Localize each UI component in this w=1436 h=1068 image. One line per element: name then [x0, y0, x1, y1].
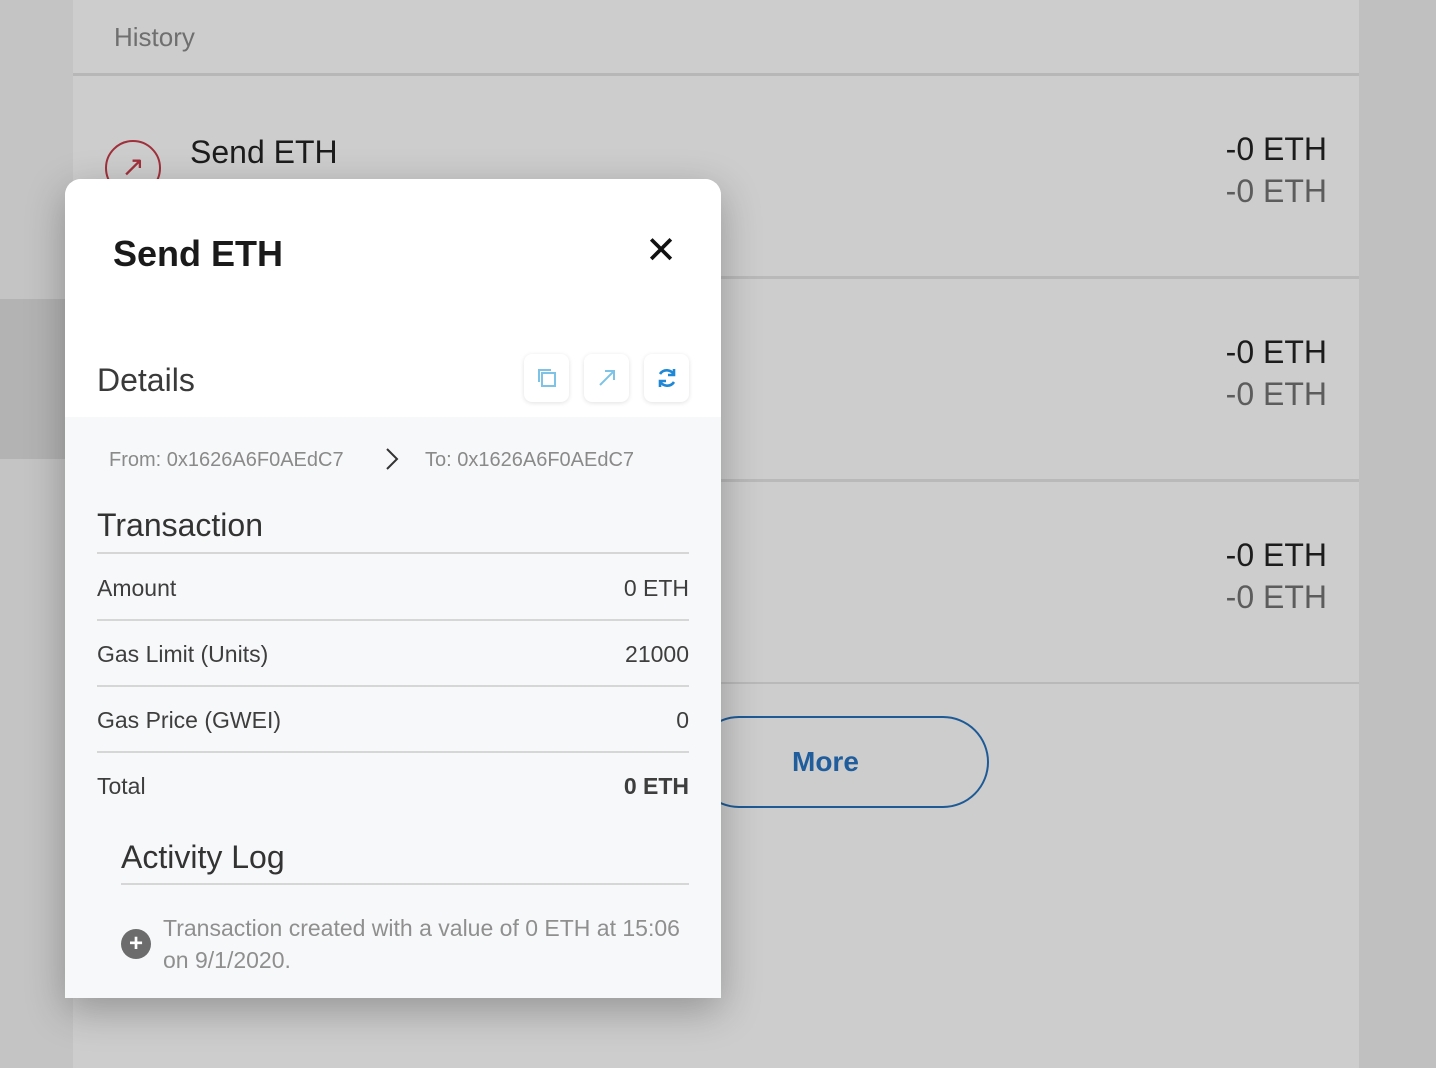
gas-limit-label: Gas Limit (Units) — [97, 641, 269, 667]
divider — [97, 685, 689, 687]
copy-icon — [537, 369, 556, 387]
right-gutter — [1359, 0, 1436, 1068]
close-icon[interactable]: ✕ — [643, 231, 679, 271]
divider — [97, 751, 689, 753]
refresh-button[interactable] — [644, 354, 689, 402]
history-row-name: Send ETH — [190, 134, 338, 170]
to-address[interactable]: To: 0x1626A6F0AEdC7 — [425, 449, 673, 472]
refresh-icon — [658, 369, 675, 387]
history-row-amount-secondary: -0 ETH — [1225, 376, 1327, 412]
chevron-right-icon — [386, 448, 399, 470]
plus-circle-icon: + — [121, 929, 151, 959]
history-row-amount-secondary: -0 ETH — [1225, 579, 1327, 615]
amount-label: Amount — [97, 575, 177, 601]
history-row-amount: -0 ETH — [1225, 537, 1327, 573]
divider — [97, 619, 689, 621]
activity-log-entry: Transaction created with a value of 0 ET… — [163, 915, 680, 973]
history-row-amount-secondary: -0 ETH — [1225, 173, 1327, 209]
gas-price-label: Gas Price (GWEI) — [97, 707, 282, 733]
transaction-details-modal: Send ETH ✕ Details From: 0x1626A6F0AEdC7… — [65, 179, 721, 998]
divider — [121, 883, 689, 885]
total-value: 0 ETH — [623, 773, 689, 799]
amount-value: 0 ETH — [623, 575, 689, 601]
history-header: History — [73, 0, 1359, 76]
open-external-button[interactable] — [584, 354, 629, 402]
transaction-title: Transaction — [97, 507, 263, 543]
gas-price-value: 0 — [676, 707, 689, 733]
external-link-icon — [598, 370, 615, 386]
more-button[interactable]: More — [693, 716, 989, 808]
sidebar-highlight — [0, 299, 73, 459]
details-title: Details — [97, 362, 195, 398]
divider — [97, 552, 689, 554]
history-title: History — [114, 22, 195, 52]
modal-title: Send ETH — [113, 233, 284, 274]
gas-limit-value: 21000 — [625, 641, 689, 667]
total-label: Total — [97, 773, 146, 799]
more-button-label: More — [792, 746, 859, 777]
copy-button[interactable] — [524, 354, 569, 402]
from-address[interactable]: From: 0x1626A6F0AEdC7 — [109, 449, 355, 472]
history-row-amount: -0 ETH — [1225, 334, 1327, 370]
history-row-amount: -0 ETH — [1225, 131, 1327, 167]
activity-log-title: Activity Log — [121, 839, 285, 875]
